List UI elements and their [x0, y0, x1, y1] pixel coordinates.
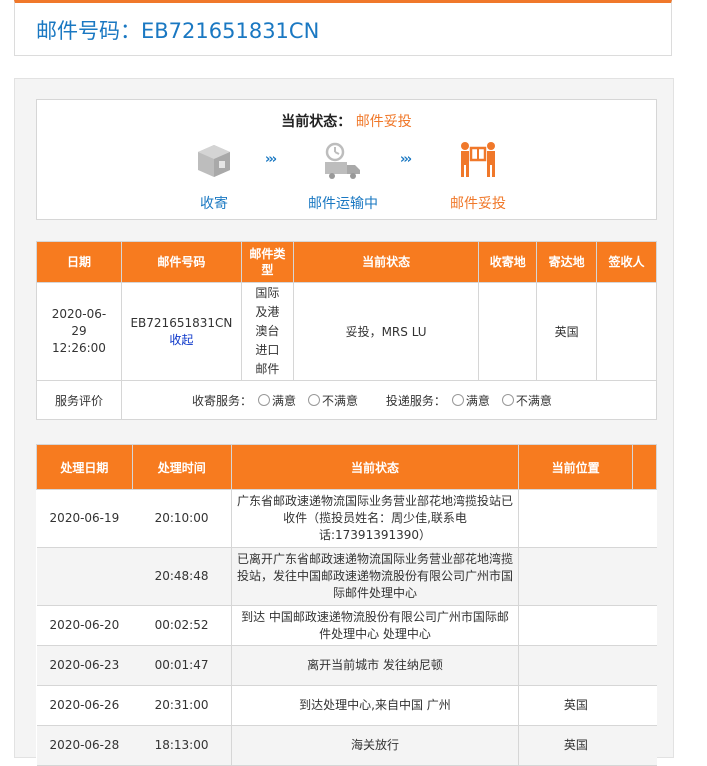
step-in-transit: 邮件运输中 [283, 140, 403, 213]
column-header: 处理日期 [36, 444, 133, 490]
cell-time: 20:48:48 [132, 547, 232, 606]
cell-status: 到达处理中心,来自中国 广州 [230, 685, 520, 726]
evaluation-row: 服务评价 收寄服务： 满意 不满意 投递服务： 满意 不满意 [36, 380, 658, 420]
cell-location [518, 489, 633, 548]
column-header: 邮件号码 [120, 241, 242, 283]
collect-unsatisfied-radio[interactable] [307, 393, 320, 406]
cell-type: 国际及港澳台进口邮件 [240, 282, 294, 381]
cell-date [36, 547, 133, 606]
cell-time: 00:02:52 [132, 605, 232, 646]
cell-time: 20:10:00 [132, 489, 232, 548]
cell-spacer [632, 645, 657, 686]
cell-time: 00:01:47 [132, 645, 232, 686]
cell-status: 已离开广东省邮政速递物流国际业务营业部花地湾揽投站，发往中国邮政速递物流股份有限… [230, 547, 520, 606]
current-status: 当前状态： 邮件妥投 [37, 111, 656, 131]
cell-spacer [632, 547, 657, 606]
summary-table: 日期 邮件号码 邮件类型 当前状态 收寄地 寄达地 签收人 2020-06-29… [36, 241, 658, 420]
deliver-unsatisfied-label: 不满意 [515, 393, 552, 408]
cell-origin [478, 282, 538, 381]
cell-location [518, 645, 633, 686]
evaluation-options: 收寄服务： 满意 不满意 投递服务： 满意 不满意 [120, 380, 658, 420]
cell-status: 到达 中国邮政速递物流股份有限公司广州市国际邮件处理中心 处理中心 [230, 605, 520, 646]
cell-status: 广东省邮政速递物流国际业务营业部花地湾揽投站已收件（揽投员姓名：周少佳,联系电话… [230, 489, 520, 548]
deliver-service-label: 投递服务： [385, 393, 446, 408]
current-status-label: 当前状态： [281, 114, 352, 130]
table-row: 2020-06-26 20:31:00 到达处理中心,来自中国 广州 英国 [36, 685, 657, 726]
cell-destination: 英国 [536, 282, 598, 381]
column-header-spacer [632, 444, 657, 490]
cell-spacer [632, 685, 657, 726]
table-row: 2020-06-29 12:26:00 EB721651831CN 收起 国际及… [36, 282, 657, 381]
step-delivered-label: 邮件妥投 [450, 196, 506, 212]
table-row: 2020-06-28 18:13:00 海关放行 英国 [36, 725, 657, 766]
column-header: 收寄地 [478, 241, 538, 283]
cell-number: EB721651831CN 收起 [120, 282, 242, 381]
deliver-satisfied-label: 满意 [465, 393, 490, 408]
deliver-unsatisfied-radio[interactable] [501, 393, 514, 406]
arrow-icon: ››› [265, 152, 277, 167]
column-header: 当前状态 [292, 241, 480, 283]
column-header: 处理时间 [131, 444, 232, 490]
cell-status: 海关放行 [230, 725, 520, 766]
column-header: 寄达地 [536, 241, 598, 283]
cell-spacer [632, 489, 657, 548]
cell-location: 英国 [518, 685, 633, 726]
column-header: 邮件类型 [240, 241, 294, 283]
cell-date: 2020-06-19 [36, 489, 133, 548]
status-box: 当前状态： 邮件妥投 收寄 ››› 邮件运输中 ››› 邮件妥投 [36, 99, 657, 220]
column-header: 日期 [36, 241, 122, 283]
cell-time: 18:13:00 [132, 725, 232, 766]
collect-satisfied-label: 满意 [271, 393, 296, 408]
cell-date: 2020-06-29 12:26:00 [36, 282, 122, 381]
detail-table: 处理日期 处理时间 当前状态 当前位置 2020-06-19 20:10:00 … [36, 444, 657, 766]
package-box-icon [154, 140, 274, 180]
table-row: 2020-06-23 00:01:47 离开当前城市 发往纳尼顿 [36, 645, 657, 686]
cell-time: 20:31:00 [132, 685, 232, 726]
tracking-header: 邮件号码：EB721651831CN [14, 0, 672, 56]
delivery-truck-icon [283, 140, 403, 180]
cell-status: 妥投，MRS LU [292, 282, 480, 381]
step-delivered: 邮件妥投 [418, 140, 538, 213]
table-row: 20:48:48 已离开广东省邮政速递物流国际业务营业部花地湾揽投站，发往中国邮… [36, 547, 657, 606]
table-row: 2020-06-19 20:10:00 广东省邮政速递物流国际业务营业部花地湾揽… [36, 489, 657, 548]
collect-service-label: 收寄服务： [191, 393, 252, 408]
cell-date: 2020-06-20 [36, 605, 133, 646]
arrow-icon: ››› [400, 152, 412, 167]
column-header: 当前位置 [518, 444, 633, 490]
collect-satisfied-radio[interactable] [257, 393, 270, 406]
current-status-value: 邮件妥投 [355, 114, 412, 130]
page-title: 邮件号码：EB721651831CN [36, 19, 320, 43]
cell-location [518, 605, 633, 646]
step-collected-label: 收寄 [200, 196, 228, 212]
cell-date: 2020-06-23 [36, 645, 133, 686]
step-collected: 收寄 [154, 140, 274, 213]
cell-spacer [632, 725, 657, 766]
cell-location [518, 547, 633, 606]
cell-status: 离开当前城市 发往纳尼顿 [230, 645, 520, 686]
cell-location: 英国 [518, 725, 633, 766]
cell-date: 2020-06-28 [36, 725, 133, 766]
collapse-link[interactable]: 收起 [122, 332, 241, 349]
summary-header-row: 日期 邮件号码 邮件类型 当前状态 收寄地 寄达地 签收人 [36, 241, 657, 283]
column-header: 当前状态 [230, 444, 520, 490]
table-row: 2020-06-20 00:02:52 到达 中国邮政速递物流股份有限公司广州市… [36, 605, 657, 646]
cell-spacer [632, 605, 657, 646]
evaluation-label: 服务评价 [36, 380, 122, 420]
detail-header-row: 处理日期 处理时间 当前状态 当前位置 [36, 444, 657, 490]
deliver-satisfied-radio[interactable] [451, 393, 464, 406]
cell-signer [596, 282, 657, 381]
column-header: 签收人 [596, 241, 657, 283]
step-in-transit-label: 邮件运输中 [308, 196, 378, 212]
delivered-person-icon [418, 140, 538, 180]
cell-date: 2020-06-26 [36, 685, 133, 726]
collect-unsatisfied-label: 不满意 [321, 393, 358, 408]
mail-number: EB721651831CN [130, 315, 233, 330]
